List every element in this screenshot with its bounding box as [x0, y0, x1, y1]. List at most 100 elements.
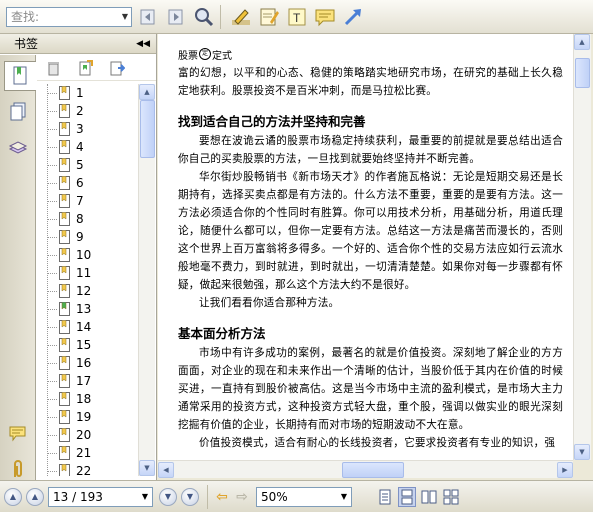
bookmark-item[interactable]: 15 — [37, 336, 137, 354]
text-tool-button[interactable]: T — [285, 5, 309, 29]
bookmark-page-icon — [59, 338, 70, 352]
go-back-button[interactable]: ⇦ — [212, 487, 232, 507]
last-page-button[interactable]: ▼ — [181, 487, 199, 506]
bookmark-label: 6 — [76, 176, 84, 190]
zoom-select[interactable]: 50% ▼ — [256, 486, 352, 507]
bookmark-item[interactable]: 9 — [37, 228, 137, 246]
previous-page-button[interactable]: ▲ — [26, 487, 44, 506]
side-panel-title: 书签 — [14, 37, 39, 51]
highlight-tool-button[interactable] — [229, 5, 253, 29]
side-panel-header: 书签 ◀◀ — [0, 34, 156, 54]
toolbar-separator — [220, 4, 221, 29]
doc-scroll-left-button[interactable]: ◀ — [158, 461, 174, 478]
paragraph-5: 市场中有许多成功的案例，最著名的就是价值投资。深刻地了解企业的方方面面，对企业的… — [178, 347, 563, 431]
tab-comments[interactable] — [3, 419, 33, 449]
layers-tab-icon — [8, 141, 28, 154]
bookmark-item[interactable]: 4 — [37, 138, 137, 156]
document-horizontal-scrollbar[interactable]: ◀ ▶ — [158, 460, 573, 478]
doc-vertical-thumb[interactable] — [575, 58, 590, 88]
bookmark-page-icon — [59, 392, 70, 406]
advanced-search-button[interactable] — [192, 5, 216, 29]
collapse-panel-icon[interactable]: ◀◀ — [136, 39, 150, 49]
bookmark-page-icon — [59, 446, 70, 460]
bookmark-item[interactable]: 13 — [37, 300, 137, 318]
bookmark-item[interactable]: 16 — [37, 354, 137, 372]
facing-view-button[interactable] — [420, 487, 438, 507]
doc-scroll-right-button[interactable]: ▶ — [557, 461, 573, 478]
search-dropdown-icon[interactable]: ▼ — [119, 8, 131, 26]
scroll-up-button[interactable]: ▲ — [139, 84, 155, 100]
page-dropdown-icon[interactable]: ▼ — [142, 492, 148, 501]
next-page-button[interactable]: ▼ — [159, 487, 177, 506]
bookmark-item[interactable]: 2 — [37, 102, 137, 120]
bookmark-scrollbar[interactable]: ▲ ▼ — [138, 84, 155, 476]
document-view[interactable]: 股票 定 定式 富的幻想，以平和的心态、稳健的策略踏实地研究市场，在研究的基础上… — [158, 34, 573, 460]
bookmark-item[interactable]: 6 — [37, 174, 137, 192]
single-page-view-button[interactable] — [376, 487, 394, 507]
doc-horizontal-thumb[interactable] — [342, 461, 404, 478]
bookmark-item[interactable]: 19 — [37, 408, 137, 426]
bookmark-item[interactable]: 18 — [37, 390, 137, 408]
delete-bookmark-button[interactable] — [43, 58, 63, 78]
header-logo: 定 — [199, 48, 211, 60]
continuous-facing-view-button[interactable] — [442, 487, 460, 507]
bookmark-page-icon — [59, 212, 70, 226]
paragraph-3: 华尔街炒股畅销书《新市场天才》的作者施瓦格说：无论是短期交易还是长期持有，选择买… — [178, 171, 563, 291]
comment-tool-button[interactable] — [313, 5, 337, 29]
go-forward-button[interactable]: ⇨ — [232, 487, 252, 507]
bookmark-page-icon — [59, 104, 70, 118]
bookmark-page-icon — [59, 140, 70, 154]
bookmark-label: 16 — [76, 356, 92, 370]
bookmark-page-icon — [59, 356, 70, 370]
tab-pages[interactable] — [3, 97, 33, 127]
scroll-thumb[interactable] — [140, 100, 155, 158]
bookmark-item[interactable]: 7 — [37, 192, 137, 210]
bookmark-item[interactable]: 14 — [37, 318, 137, 336]
bookmark-item[interactable]: 12 — [37, 282, 137, 300]
find-next-button[interactable] — [164, 5, 188, 29]
bookmark-page-icon — [59, 320, 70, 334]
bookmark-item[interactable]: 1 — [37, 84, 137, 102]
tab-layers[interactable] — [3, 133, 33, 163]
paragraph-6: 价值投资模式，适合有耐心的长线投资者，它要求投资者有专业的知识，强 — [199, 437, 556, 449]
document-page: 股票 定 定式 富的幻想，以平和的心态、稳健的策略踏实地研究市场，在研究的基础上… — [178, 46, 563, 452]
bookmark-item[interactable]: 8 — [37, 210, 137, 228]
horizontal-track[interactable] — [174, 461, 557, 478]
arrow-tool-button[interactable] — [341, 5, 365, 29]
bookmark-properties-button[interactable] — [107, 58, 127, 78]
search-input[interactable]: 查找: ▼ — [6, 6, 132, 27]
note-tool-button[interactable] — [257, 5, 281, 29]
side-panel-tabs — [0, 55, 36, 480]
bookmark-item[interactable]: 22 — [37, 462, 137, 476]
running-header: 股票 定 定式 — [178, 46, 563, 62]
bookmark-item[interactable]: 10 — [37, 246, 137, 264]
bookmark-item[interactable]: 20 — [37, 426, 137, 444]
section-heading-2: 基本面分析方法 — [178, 326, 266, 341]
paragraph-1: 富的幻想，以平和的心态、稳健的策略踏实地研究市场，在研究的基础上长久稳定地获利。… — [178, 67, 563, 97]
bookmark-label: 19 — [76, 410, 92, 424]
document-vertical-scrollbar[interactable]: ▲ ▼ — [573, 34, 591, 460]
bookmark-item[interactable]: 17 — [37, 372, 137, 390]
page-number-field[interactable]: 13 / 193 ▼ — [48, 486, 153, 507]
scrollbar-corner — [573, 460, 591, 478]
pencil-icon — [232, 8, 250, 25]
bookmark-label: 18 — [76, 392, 92, 406]
bookmark-page-icon — [59, 266, 70, 280]
bookmark-item[interactable]: 5 — [37, 156, 137, 174]
bookmark-page-icon — [59, 428, 70, 442]
zoom-dropdown-icon[interactable]: ▼ — [341, 492, 347, 501]
doc-scroll-down-button[interactable]: ▼ — [574, 444, 590, 460]
diagonal-arrow-icon — [344, 8, 361, 25]
tab-bookmarks[interactable] — [4, 61, 36, 91]
bookmark-label: 1 — [76, 86, 84, 100]
bookmark-item[interactable]: 3 — [37, 120, 137, 138]
bookmark-item[interactable]: 21 — [37, 444, 137, 462]
first-page-button[interactable]: ▲ — [4, 487, 22, 506]
continuous-view-button[interactable] — [398, 486, 416, 507]
find-previous-button[interactable] — [136, 5, 160, 29]
bookmark-item[interactable]: 11 — [37, 264, 137, 282]
scroll-down-button[interactable]: ▼ — [139, 460, 155, 476]
add-bookmark-button[interactable] — [75, 58, 95, 78]
doc-scroll-up-button[interactable]: ▲ — [574, 34, 590, 50]
bookmark-page-icon — [59, 284, 70, 298]
